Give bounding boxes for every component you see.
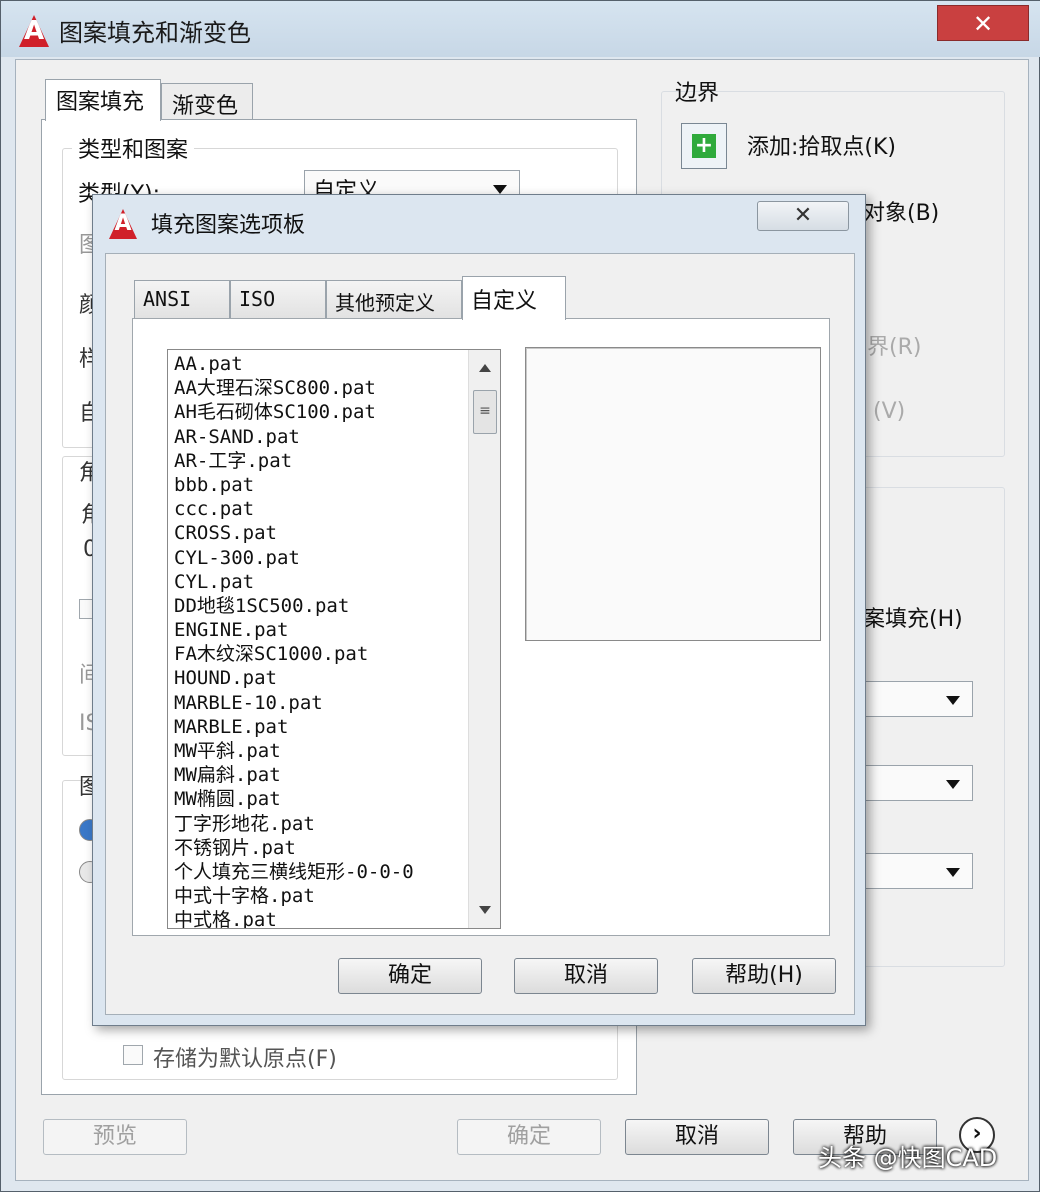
pattern-file-item[interactable]: 个人填充三横线矩形-0-0-0 xyxy=(174,860,464,884)
chevron-down-icon xyxy=(946,780,960,789)
scroll-down-icon[interactable] xyxy=(479,906,491,914)
view-selection-label: (V) xyxy=(873,399,906,424)
hatch-pattern-palette-dialog: A 填充图案选项板 ✕ ANSI ISO 其他预定义 自定义 AA.pat AA大… xyxy=(92,194,866,1026)
palette-help-button[interactable]: 帮助(H) xyxy=(692,958,836,994)
pattern-file-item[interactable]: CYL.pat xyxy=(174,570,464,594)
pattern-file-item[interactable]: ccc.pat xyxy=(174,497,464,521)
pattern-file-item[interactable]: MW扁斜.pat xyxy=(174,763,464,787)
add-pick-point-label: 添加:拾取点(K) xyxy=(747,135,897,160)
select-objects-label: 对象(B) xyxy=(863,201,940,226)
pattern-file-item[interactable]: MARBLE.pat xyxy=(174,715,464,739)
add-pick-point-button[interactable]: + xyxy=(681,123,727,169)
remove-boundary-label: 界(R) xyxy=(867,335,922,360)
pattern-file-item[interactable]: 中式格.pat xyxy=(174,908,464,928)
cancel-button[interactable]: 取消 xyxy=(625,1119,769,1155)
ok-button[interactable]: 确定 xyxy=(457,1119,601,1155)
option-dropdown-1[interactable] xyxy=(863,681,973,717)
palette-body: ANSI ISO 其他预定义 自定义 AA.pat AA大理石深SC800.pat… xyxy=(105,253,855,1015)
watermark: 头条 @快图CAD xyxy=(818,1144,998,1172)
type-pattern-title: 类型和图案 xyxy=(72,132,195,164)
palette-ok-button[interactable]: 确定 xyxy=(338,958,482,994)
chevron-down-icon xyxy=(946,696,960,705)
autocad-logo-icon: A xyxy=(109,209,137,239)
pattern-file-item[interactable]: AH毛石砌体SC100.pat xyxy=(174,400,464,424)
pattern-file-item[interactable]: 中式十字格.pat xyxy=(174,884,464,908)
tab-iso[interactable]: ISO xyxy=(230,280,326,318)
pattern-file-item[interactable]: 丁字形地花.pat xyxy=(174,812,464,836)
pattern-file-item[interactable]: MW椭圆.pat xyxy=(174,787,464,811)
tab-other-predefined[interactable]: 其他预定义 xyxy=(326,280,462,318)
preview-button[interactable]: 预览 xyxy=(43,1119,187,1155)
palette-cancel-button[interactable]: 取消 xyxy=(514,958,658,994)
tab-ansi[interactable]: ANSI xyxy=(134,280,230,318)
option-dropdown-3[interactable] xyxy=(863,853,973,889)
pattern-file-item[interactable]: ENGINE.pat xyxy=(174,618,464,642)
pattern-file-items: AA.pat AA大理石深SC800.pat AH毛石砌体SC100.pat AR-S… xyxy=(174,352,464,928)
pattern-file-item[interactable]: FA木纹深SC1000.pat xyxy=(174,642,464,666)
plus-icon: + xyxy=(692,134,716,158)
pattern-file-item[interactable]: AR-工字.pat xyxy=(174,449,464,473)
palette-close-button[interactable]: ✕ xyxy=(757,201,849,231)
autocad-logo-icon: A xyxy=(19,15,49,47)
pattern-file-item[interactable]: CYL-300.pat xyxy=(174,546,464,570)
palette-title: 填充图案选项板 xyxy=(151,213,306,238)
pattern-file-item[interactable]: MW平斜.pat xyxy=(174,739,464,763)
chevron-down-icon xyxy=(493,185,507,194)
pattern-file-list[interactable]: AA.pat AA大理石深SC800.pat AH毛石砌体SC100.pat AR-S… xyxy=(167,349,501,929)
tab-custom[interactable]: 自定义 xyxy=(462,276,566,320)
pattern-file-item[interactable]: CROSS.pat xyxy=(174,521,464,545)
pattern-file-item[interactable]: AA大理石深SC800.pat xyxy=(174,376,464,400)
pattern-file-item[interactable]: AA.pat xyxy=(174,352,464,376)
custom-panel: AA.pat AA大理石深SC800.pat AH毛石砌体SC100.pat AR-S… xyxy=(132,318,830,936)
window-title: 图案填充和渐变色 xyxy=(59,19,251,47)
option-dropdown-2[interactable] xyxy=(863,765,973,801)
chevron-down-icon xyxy=(946,868,960,877)
title-bar: A 图案填充和渐变色 ✕ xyxy=(1,1,1040,57)
boundary-title: 边界 xyxy=(675,81,720,106)
close-button[interactable]: ✕ xyxy=(937,5,1029,41)
pattern-file-item[interactable]: MARBLE-10.pat xyxy=(174,691,464,715)
scroll-thumb[interactable]: ≡ xyxy=(473,390,497,434)
pattern-preview xyxy=(525,347,821,641)
pattern-file-item[interactable]: DD地毯1SC500.pat xyxy=(174,594,464,618)
pattern-file-item[interactable]: bbb.pat xyxy=(174,473,464,497)
store-default-origin-label: 存储为默认原点(F) xyxy=(153,1047,337,1072)
separate-hatch-label: 案填充(H) xyxy=(863,607,963,632)
pattern-file-item[interactable]: HOUND.pat xyxy=(174,666,464,690)
tab-hatch[interactable]: 图案填充 xyxy=(45,79,161,121)
pattern-file-item[interactable]: 不锈钢片.pat xyxy=(174,836,464,860)
tab-gradient[interactable]: 渐变色 xyxy=(161,83,253,119)
scroll-up-icon[interactable] xyxy=(479,364,491,372)
pattern-file-item[interactable]: AR-SAND.pat xyxy=(174,425,464,449)
list-scrollbar[interactable]: ≡ xyxy=(468,350,500,928)
store-default-origin-checkbox[interactable] xyxy=(123,1045,143,1065)
